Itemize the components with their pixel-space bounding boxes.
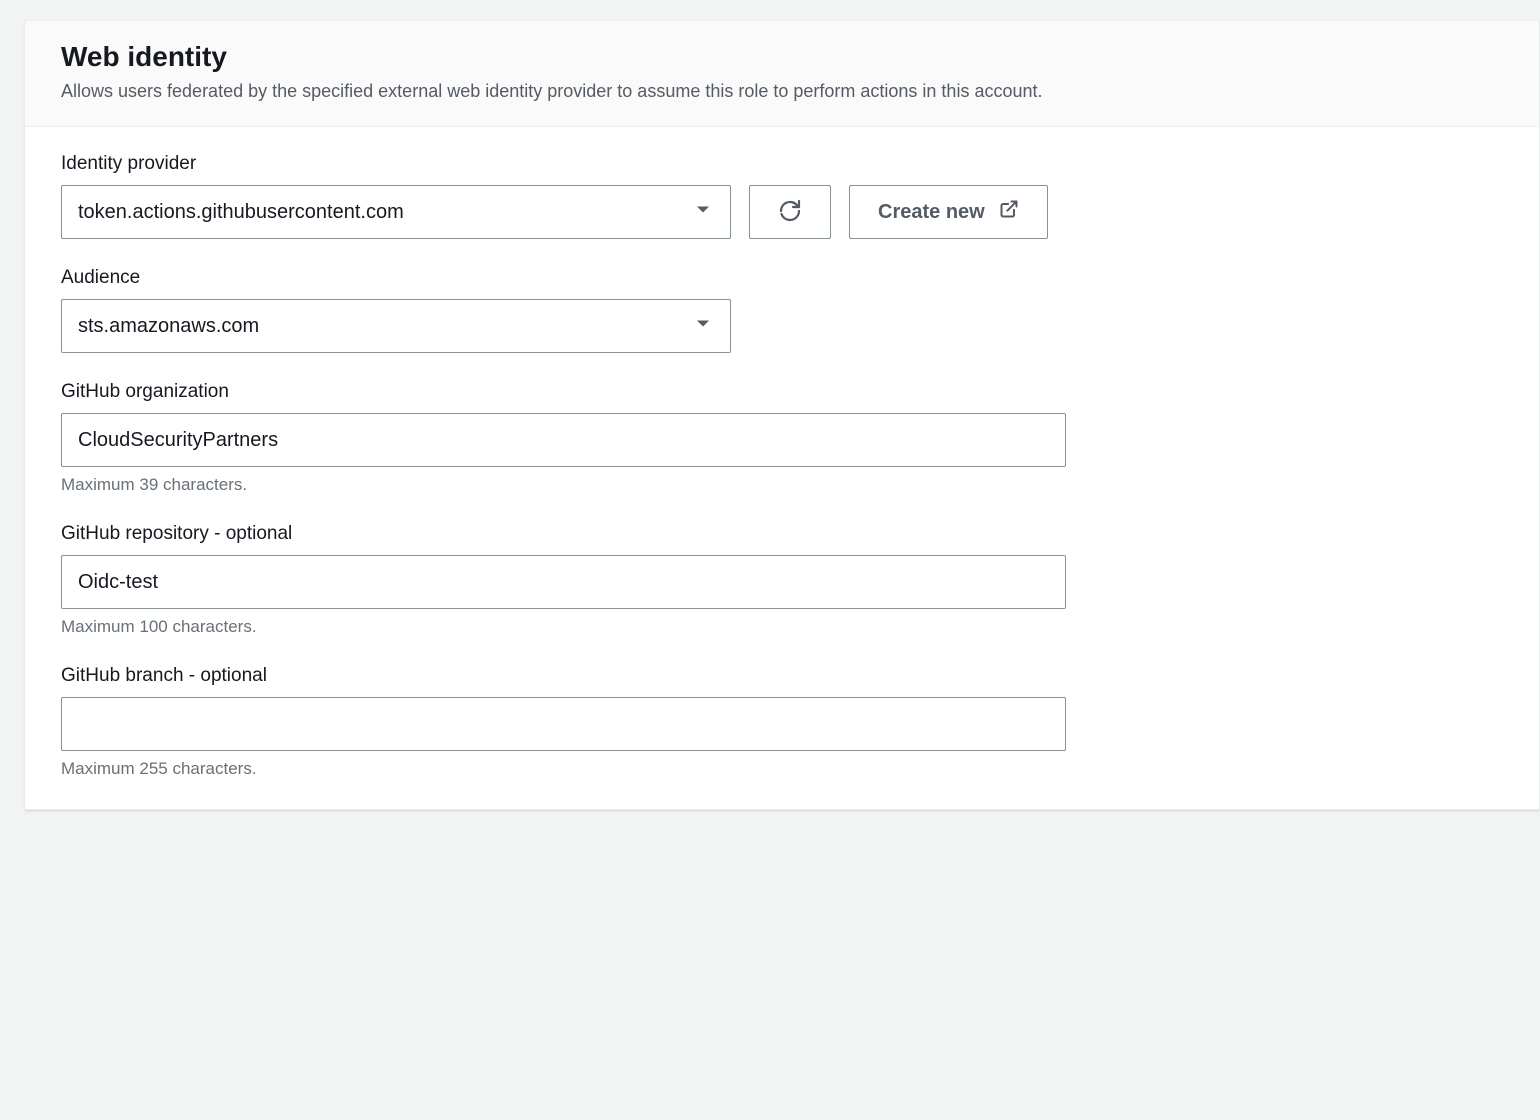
refresh-button[interactable] [749, 185, 831, 239]
github-organization-field: GitHub organization Maximum 39 character… [61, 381, 1503, 495]
identity-provider-label: Identity provider [61, 153, 1503, 175]
panel-body: Identity provider token.actions.githubus… [25, 127, 1539, 809]
github-branch-helper: Maximum 255 characters. [61, 759, 1503, 779]
panel-header: Web identity Allows users federated by t… [25, 21, 1539, 127]
audience-select[interactable]: sts.amazonaws.com [61, 299, 731, 353]
identity-provider-field: Identity provider token.actions.githubus… [61, 153, 1503, 239]
panel-title: Web identity [61, 41, 1503, 73]
identity-provider-select[interactable]: token.actions.githubusercontent.com [61, 185, 731, 239]
identity-provider-row: token.actions.githubusercontent.com [61, 185, 1503, 239]
web-identity-panel: Web identity Allows users federated by t… [24, 20, 1540, 810]
create-new-label: Create new [878, 201, 985, 224]
external-link-icon [999, 199, 1019, 225]
github-repository-input[interactable] [61, 555, 1066, 609]
github-organization-input[interactable] [61, 413, 1066, 467]
create-new-button[interactable]: Create new [849, 185, 1048, 239]
github-repository-field: GitHub repository - optional Maximum 100… [61, 523, 1503, 637]
github-branch-input[interactable] [61, 697, 1066, 751]
panel-description: Allows users federated by the specified … [61, 79, 1503, 104]
identity-provider-select-wrap: token.actions.githubusercontent.com [61, 185, 731, 239]
github-organization-label: GitHub organization [61, 381, 1503, 403]
github-repository-helper: Maximum 100 characters. [61, 617, 1503, 637]
github-organization-helper: Maximum 39 characters. [61, 475, 1503, 495]
github-branch-field: GitHub branch - optional Maximum 255 cha… [61, 665, 1503, 779]
github-repository-label: GitHub repository - optional [61, 523, 1503, 545]
audience-label: Audience [61, 267, 1503, 289]
audience-select-wrap: sts.amazonaws.com [61, 299, 731, 353]
audience-field: Audience sts.amazonaws.com [61, 267, 1503, 353]
github-branch-label: GitHub branch - optional [61, 665, 1503, 687]
refresh-icon [778, 199, 802, 226]
